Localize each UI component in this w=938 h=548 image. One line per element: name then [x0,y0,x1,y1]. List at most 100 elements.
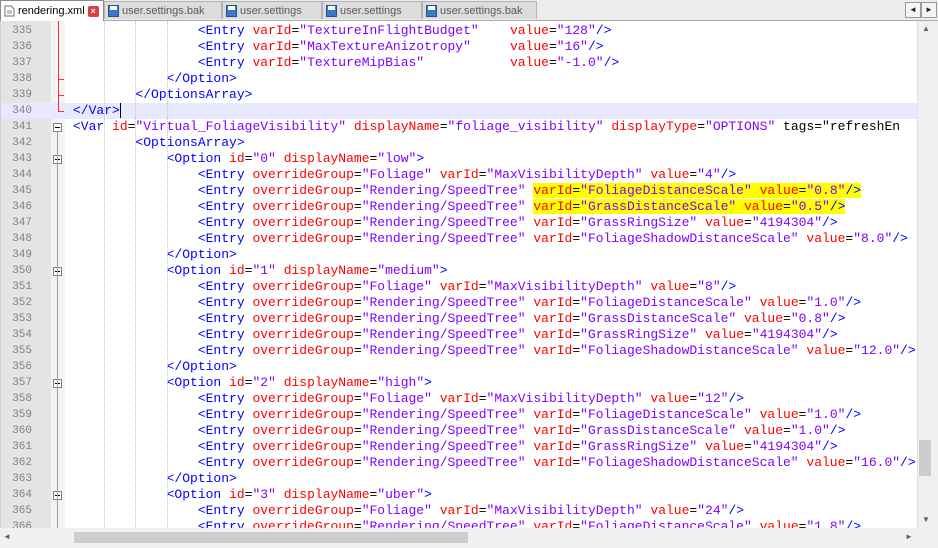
vertical-scroll-thumb[interactable] [919,440,931,476]
code-line[interactable]: 360 <Entry overrideGroup="Rendering/Spee… [1,423,918,439]
code-line[interactable]: 356 </Option> [1,359,918,375]
tab-scroll-left-button[interactable]: ◄ [905,2,921,18]
code-line[interactable]: 336 <Entry varId="MaxTextureAnizotropy" … [1,39,918,55]
code-text: <Entry overrideGroup="Rendering/SpeedTre… [197,455,916,470]
indent-guide [104,21,106,528]
tab-1[interactable]: rendering.xml × [0,0,104,21]
code-text: <Entry overrideGroup="Rendering/SpeedTre… [197,183,862,198]
code-line[interactable]: 335 <Entry varId="TextureInFlightBudget"… [1,23,918,39]
code-line[interactable]: 342 <OptionsArray> [1,135,918,151]
tab-scroll-right-button[interactable]: ► [921,2,937,18]
indent-guide [135,21,137,528]
line-number: 347 [12,217,32,229]
line-number: 342 [12,137,32,149]
code-line[interactable]: 362 <Entry overrideGroup="Rendering/Spee… [1,455,918,471]
fold-toggle-icon[interactable] [53,123,62,132]
line-number: 365 [12,505,32,517]
code-line[interactable]: 365 <Entry overrideGroup="Foliage" varId… [1,503,918,519]
line-number: 353 [12,313,32,325]
tab-bar: rendering.xml × user.settings.bak user.sett… [0,0,938,21]
scroll-down-arrow-icon[interactable]: ▼ [922,515,930,525]
code-line[interactable]: 352 <Entry overrideGroup="Rendering/Spee… [1,295,918,311]
code-text: <Option id="3" displayName="uber"> [166,487,432,502]
code-line[interactable]: 366 <Entry overrideGroup="Rendering/Spee… [1,519,918,528]
line-number: 337 [12,57,32,69]
code-line[interactable]: 348 <Entry overrideGroup="Rendering/Spee… [1,231,918,247]
code-line[interactable]: 350 <Option id="1" displayName="medium"> [1,263,918,279]
line-number: 345 [12,185,32,197]
code-line[interactable]: 351 <Entry overrideGroup="Foliage" varId… [1,279,918,295]
code-text: <Entry overrideGroup="Rendering/SpeedTre… [197,519,862,528]
save-disk-icon [426,4,437,17]
close-tab-icon[interactable]: × [87,5,99,17]
code-line[interactable]: 353 <Entry overrideGroup="Rendering/Spee… [1,311,918,327]
tab-5[interactable]: user.settings.bak [422,1,537,19]
code-text: <OptionsArray> [135,135,245,150]
code-text: <Entry overrideGroup="Foliage" varId="Ma… [197,167,737,182]
code-text: <Entry varId="MaxTextureAnizotropy" valu… [197,39,604,54]
line-number: 355 [12,345,32,357]
code-line[interactable]: 343 <Option id="0" displayName="low"> [1,151,918,167]
scroll-up-arrow-icon[interactable]: ▲ [922,24,930,34]
line-number: 358 [12,393,32,405]
line-number: 354 [12,329,32,341]
code-line[interactable]: 339 </OptionsArray> [1,87,918,103]
line-number: 364 [12,489,32,501]
scroll-right-arrow-icon[interactable]: ► [905,532,913,542]
code-text: <Option id="1" displayName="medium"> [166,263,448,278]
line-number: 348 [12,233,32,245]
code-line[interactable]: 346 <Entry overrideGroup="Rendering/Spee… [1,199,918,215]
code-editor[interactable]: 335 <Entry varId="TextureInFlightBudget"… [0,21,918,528]
line-number: 362 [12,457,32,469]
line-number: 363 [12,473,32,485]
tab-label: user.settings.bak [440,4,523,17]
code-text: <Entry overrideGroup="Foliage" varId="Ma… [197,391,745,406]
code-line[interactable]: 364 <Option id="3" displayName="uber"> [1,487,918,503]
code-line[interactable]: 349 </Option> [1,247,918,263]
code-text: <Entry overrideGroup="Foliage" varId="Ma… [197,279,737,294]
text-caret [119,103,121,118]
code-text: </Option> [166,71,237,86]
code-line[interactable]: 354 <Entry overrideGroup="Rendering/Spee… [1,327,918,343]
code-text: <Entry overrideGroup="Foliage" varId="Ma… [197,503,745,518]
fold-end-tick [58,111,64,112]
scroll-left-arrow-icon[interactable]: ◄ [3,532,11,542]
file-icon [4,5,15,17]
line-number: 338 [12,73,32,85]
code-text: </Option> [166,359,237,374]
code-line[interactable]: 361 <Entry overrideGroup="Rendering/Spee… [1,439,918,455]
line-number: 360 [12,425,32,437]
tab-3[interactable]: user.settings [222,1,322,19]
code-text: <Option id="0" displayName="low"> [166,151,425,166]
code-text: <Entry overrideGroup="Rendering/SpeedTre… [197,327,838,342]
code-text: <Entry overrideGroup="Rendering/SpeedTre… [197,199,846,214]
line-number: 346 [12,201,32,213]
code-text: </Option> [166,471,237,486]
code-text: <Entry overrideGroup="Rendering/SpeedTre… [197,423,846,438]
fold-end-tick [58,79,64,80]
horizontal-scroll-thumb[interactable] [74,532,468,543]
save-disk-icon [326,4,337,17]
line-number: 350 [12,265,32,277]
tab-2[interactable]: user.settings.bak [104,1,222,19]
code-line[interactable]: 344 <Entry overrideGroup="Foliage" varId… [1,167,918,183]
code-line[interactable]: 340 </Var> [1,103,918,119]
code-text: <Entry overrideGroup="Rendering/SpeedTre… [197,231,908,246]
tab-4[interactable]: user.settings [322,1,422,19]
code-line[interactable]: 341 <Var id="Virtual_FoliageVisibility" d… [1,119,918,135]
code-line[interactable]: 355 <Entry overrideGroup="Rendering/Spee… [1,343,918,359]
code-line[interactable]: 337 <Entry varId="TextureMipBias" value=… [1,55,918,71]
code-text: <Option id="2" displayName="high"> [166,375,432,390]
code-line[interactable]: 358 <Entry overrideGroup="Foliage" varId… [1,391,918,407]
code-line[interactable]: 345 <Entry overrideGroup="Rendering/Spee… [1,183,918,199]
code-line[interactable]: 363 </Option> [1,471,918,487]
line-number: 351 [12,281,32,293]
line-number: 352 [12,297,32,309]
code-line[interactable]: 357 <Option id="2" displayName="high"> [1,375,918,391]
tab-label: user.settings [340,4,402,17]
tab-label: user.settings.bak [122,4,205,17]
code-line[interactable]: 359 <Entry overrideGroup="Rendering/Spee… [1,407,918,423]
code-line[interactable]: 347 <Entry overrideGroup="Rendering/Spee… [1,215,918,231]
code-line[interactable]: 338 </Option> [1,71,918,87]
code-text: <Entry overrideGroup="Rendering/SpeedTre… [197,311,846,326]
